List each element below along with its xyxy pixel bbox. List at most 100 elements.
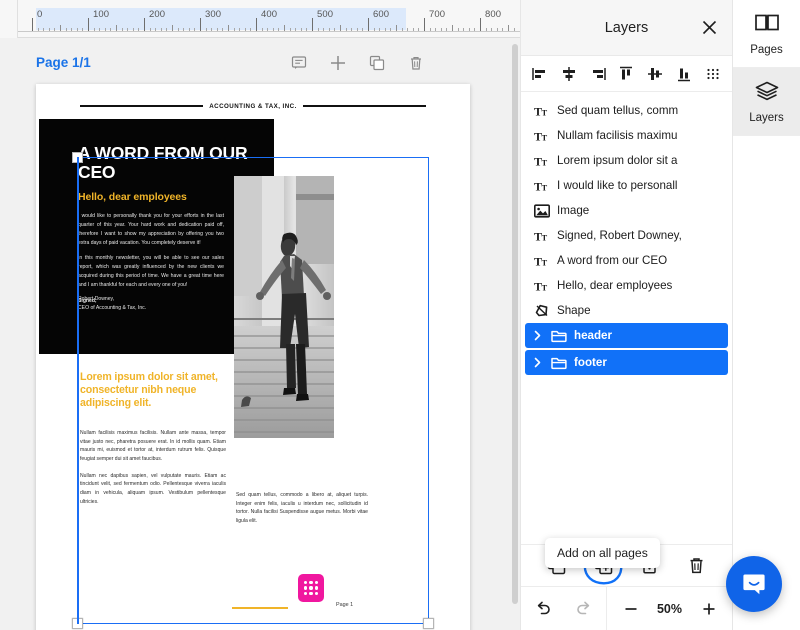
document-header: ACCOUNTING & TAX, INC. <box>80 96 426 116</box>
svg-text:T: T <box>541 282 547 292</box>
zoom-in-button[interactable] <box>697 597 721 621</box>
layers-panel-header: Layers <box>521 0 732 56</box>
document-photo[interactable] <box>234 176 334 438</box>
zoom-out-button[interactable] <box>619 597 643 621</box>
delete-page-icon[interactable] <box>405 52 427 74</box>
layer-row-footer[interactable]: footer <box>525 350 728 375</box>
add-on-all-pages-tooltip: Add on all pages <box>545 538 660 568</box>
layers-panel: Layers <box>520 0 732 630</box>
layer-label: Lorem ipsum dolor sit a <box>557 154 678 167</box>
layer-row-image[interactable]: Image <box>521 198 732 223</box>
hero-sign-role: CEO of Accounting & Tax, Inc. <box>78 304 228 313</box>
drag-handle-badge[interactable] <box>298 574 324 602</box>
layer-row-a-word-from-our-ceo[interactable]: TT A word from our CEO <box>521 248 732 273</box>
duplicate-page-icon[interactable] <box>366 52 388 74</box>
document-page[interactable]: ACCOUNTING & TAX, INC. A WORD FROM OUR C… <box>36 84 470 630</box>
chat-bubble-icon[interactable] <box>726 556 782 612</box>
layer-label: Shape <box>557 304 591 317</box>
delete-layer-button[interactable] <box>684 553 710 579</box>
right-rail: Pages Layers <box>732 0 800 630</box>
chevron-right-icon[interactable] <box>532 357 543 368</box>
scrollbar-thumb[interactable] <box>512 44 518 604</box>
layer-row-lorem-ipsum-dolor-sit-a[interactable]: TT Lorem ipsum dolor sit a <box>521 148 732 173</box>
align-top-icon[interactable] <box>615 63 637 85</box>
footer-accent-rule <box>232 607 288 609</box>
grid-dots-icon <box>304 581 319 596</box>
align-right-icon[interactable] <box>587 63 609 85</box>
layer-row-hello-dear-employees[interactable]: TT Hello, dear employees <box>521 273 732 298</box>
svg-text:T: T <box>541 257 547 267</box>
layer-row-i-would-like-to-personall[interactable]: TTI would like to personall <box>521 173 732 198</box>
distribute-grid-icon[interactable] <box>702 63 724 85</box>
stack-icon <box>754 80 780 107</box>
svg-text:T: T <box>541 157 547 167</box>
add-page-icon[interactable] <box>327 52 349 74</box>
layer-label: I would like to personall <box>557 179 678 192</box>
layer-label: A word from our CEO <box>557 254 667 267</box>
align-center-vertical-icon[interactable] <box>644 63 666 85</box>
redo-icon[interactable] <box>572 597 596 621</box>
ruler-ticks: 00100200300400500600700800 <box>0 0 520 38</box>
close-icon[interactable] <box>698 17 720 39</box>
rail-label-layers: Layers <box>749 112 784 124</box>
align-center-horizontal-icon[interactable] <box>558 63 580 85</box>
text-layer-icon: TT <box>533 227 550 244</box>
align-left-icon[interactable] <box>529 63 551 85</box>
text-layer-icon: TT <box>533 277 550 294</box>
body-right-paragraph-1: Sed quam tellus, commodo a libero at, al… <box>236 491 368 526</box>
group-layer-icon <box>550 327 567 344</box>
rail-label-pages: Pages <box>750 44 783 56</box>
layer-label: Signed, Robert Downey, <box>557 229 682 242</box>
layer-row-shape[interactable]: Shape <box>521 298 732 323</box>
undo-icon[interactable] <box>532 597 556 621</box>
shape-layer-icon <box>533 302 550 319</box>
align-bottom-icon[interactable] <box>673 63 695 85</box>
rail-item-layers[interactable]: Layers <box>733 68 800 136</box>
layer-row-sed-quam-tellus-comm[interactable]: TTSed quam tellus, comm <box>521 98 732 123</box>
text-layer-icon: TT <box>533 127 550 144</box>
bottom-bar: 50% <box>521 586 732 630</box>
layer-label: Image <box>557 204 589 217</box>
layer-label: footer <box>574 356 607 369</box>
undo-redo-group <box>521 587 607 630</box>
svg-text:T: T <box>541 182 547 192</box>
footer-page-number: Page 1 <box>336 602 353 608</box>
image-layer-icon <box>533 202 550 219</box>
layer-label: Nullam facilisis maximu <box>557 129 677 142</box>
rail-item-pages[interactable]: Pages <box>733 0 800 68</box>
ruler-corner <box>0 0 18 38</box>
section-heading: Lorem ipsum dolor sit amet, consectetur … <box>80 371 240 410</box>
horizontal-ruler[interactable]: 00100200300400500600700800 <box>0 0 520 38</box>
text-layer-icon: TT <box>533 252 550 269</box>
page-toolbar: Page 1/1 <box>0 48 520 82</box>
text-layer-icon: TT <box>533 152 550 169</box>
body-left-paragraph-2: Nullam nec dapibus sapien, vel vulputate… <box>80 472 226 507</box>
align-toolbar <box>521 56 732 92</box>
ruler-baseline <box>0 31 520 32</box>
app-root: 00100200300400500600700800 Page 1/1 <box>0 0 800 630</box>
layer-row-nullam-facilisis-maximu[interactable]: TT Nullam facilisis maximu <box>521 123 732 148</box>
layer-row-header[interactable]: header <box>525 323 728 348</box>
header-rule-right <box>303 105 426 107</box>
chevron-right-icon[interactable] <box>532 330 543 341</box>
zoom-controls: 50% <box>607 587 732 630</box>
canvas-area[interactable]: Page 1/1 ACCOUNTING & <box>0 38 520 630</box>
comment-icon[interactable] <box>288 52 310 74</box>
body-column-right: Sed quam tellus, commodo a libero at, al… <box>236 491 368 526</box>
layers-list[interactable]: TTSed quam tellus, commTTNullam facilisi… <box>521 92 732 544</box>
hero-signature: Robert Downey, CEO of Accounting & Tax, … <box>78 295 228 312</box>
canvas-vertical-scrollbar[interactable] <box>512 44 518 614</box>
group-layer-icon <box>550 354 567 371</box>
layers-panel-title: Layers <box>605 20 649 36</box>
hero-paragraph-1: I would like to personally thank you for… <box>78 212 224 248</box>
document-wrapper[interactable]: ACCOUNTING & TAX, INC. A WORD FROM OUR C… <box>36 84 470 630</box>
layer-row-signed-robert-downey[interactable]: TT Signed, Robert Downey, <box>521 223 732 248</box>
body-column-left: Nullam facilisis maximus facilisis. Null… <box>80 429 226 514</box>
hero-sign-name: Robert Downey, <box>78 295 228 304</box>
svg-text:T: T <box>541 232 547 242</box>
company-name: ACCOUNTING & TAX, INC. <box>209 103 296 110</box>
book-icon <box>754 12 780 39</box>
svg-text:T: T <box>541 107 547 117</box>
zoom-level: 50% <box>655 602 685 616</box>
layer-label: Hello, dear employees <box>557 279 672 292</box>
